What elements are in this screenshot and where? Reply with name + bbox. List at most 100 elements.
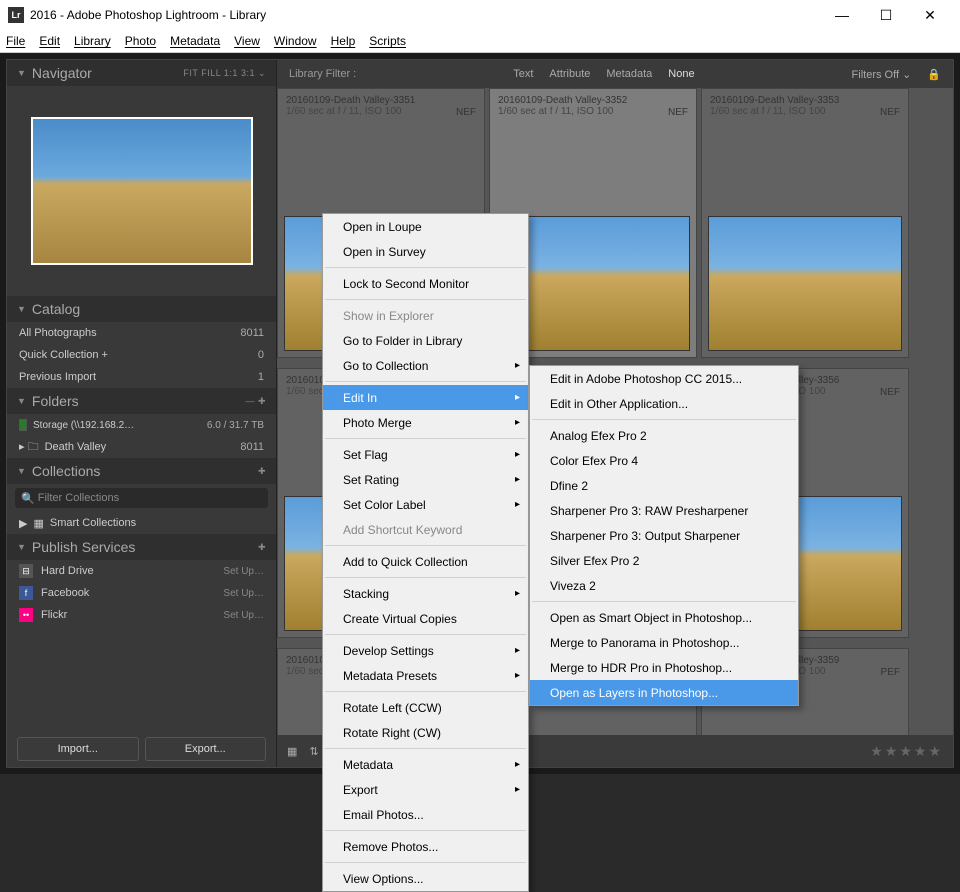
publish-service[interactable]: ••FlickrSet Up… [7,604,276,626]
storage-volume[interactable]: Storage (\\192.168.2… 6.0 / 31.7 TB [7,414,276,436]
navigator-zoom-opts[interactable]: FIT FILL 1:1 3:1 ⌄ [183,68,266,79]
menu-item[interactable]: Open as Layers in Photoshop... [530,680,798,705]
publish-header[interactable]: ▼ Publish Services ✚ [7,534,276,560]
menu-item[interactable]: Export [323,777,528,802]
navigator-title: Navigator [32,65,184,81]
menu-photo[interactable]: Photo [125,34,156,48]
menu-metadata[interactable]: Metadata [170,34,220,48]
window-title: 2016 - Adobe Photoshop Lightroom - Libra… [30,8,820,22]
menu-item[interactable]: Metadata [323,752,528,777]
menu-edit[interactable]: Edit [39,34,60,48]
menu-item[interactable]: Add to Quick Collection [323,549,528,574]
filter-tab-attribute[interactable]: Attribute [549,68,590,80]
filter-label: Library Filter : [289,68,356,80]
rating-stars[interactable]: ★★★★★ [870,743,943,760]
menu-item[interactable]: Analog Efex Pro 2 [530,423,798,448]
publish-service[interactable]: fFacebookSet Up… [7,582,276,604]
sort-icon[interactable]: ⇅ [309,745,318,758]
navigator-header[interactable]: ▼ Navigator FIT FILL 1:1 3:1 ⌄ [7,60,276,86]
left-panel: ▼ Navigator FIT FILL 1:1 3:1 ⌄ ▼ Catalog… [7,60,277,767]
folders-add-icon[interactable]: — ✚ [245,396,266,407]
menu-item[interactable]: Create Virtual Copies [323,606,528,631]
menu-item[interactable]: Go to Folder in Library [323,328,528,353]
menu-item[interactable]: Go to Collection [323,353,528,378]
menu-item[interactable]: Silver Efex Pro 2 [530,548,798,573]
collapse-icon: ▼ [17,396,26,406]
menu-scripts[interactable]: Scripts [369,34,406,48]
menu-item[interactable]: Develop Settings [323,638,528,663]
menu-item[interactable]: Rotate Left (CCW) [323,695,528,720]
folders-title: Folders [32,393,246,409]
catalog-item[interactable]: Previous Import1 [7,366,276,388]
menu-item[interactable]: Open in Loupe [323,214,528,239]
menu-item[interactable]: Set Color Label [323,492,528,517]
window-minimize[interactable]: — [820,0,864,30]
menu-item[interactable]: Stacking [323,581,528,606]
menu-item[interactable]: Remove Photos... [323,834,528,859]
publish-title: Publish Services [32,539,258,555]
folder-item[interactable]: ▸ 🗀Death Valley8011 [7,436,276,458]
menu-item[interactable]: Merge to Panorama in Photoshop... [530,630,798,655]
filter-lock-icon[interactable]: 🔒 [927,68,941,81]
menu-item[interactable]: Sharpener Pro 3: Output Sharpener [530,523,798,548]
collections-add-icon[interactable]: ✚ [258,466,266,477]
expand-icon: ▶ [19,517,27,530]
menu-item[interactable]: Set Rating [323,467,528,492]
publish-service[interactable]: ⊟Hard DriveSet Up… [7,560,276,582]
menu-item[interactable]: View Options... [323,866,528,891]
menu-window[interactable]: Window [274,34,317,48]
menu-item[interactable]: Set Flag [323,442,528,467]
filter-tab-metadata[interactable]: Metadata [606,68,652,80]
export-button[interactable]: Export... [145,737,267,761]
menu-help[interactable]: Help [331,34,356,48]
menu-bar: File Edit Library Photo Metadata View Window He… [0,30,960,53]
menu-item[interactable]: Viveza 2 [530,573,798,598]
publish-add-icon[interactable]: ✚ [258,542,266,553]
photo-context-menu: Open in LoupeOpen in Survey Lock to Secon… [322,213,529,892]
catalog-item[interactable]: Quick Collection +0 [7,344,276,366]
app-icon: Lr [8,7,24,23]
menu-item[interactable]: Photo Merge [323,410,528,435]
collections-header[interactable]: ▼ Collections ✚ [7,458,276,484]
menu-view[interactable]: View [234,34,260,48]
menu-file[interactable]: File [6,34,25,48]
filters-off-toggle[interactable]: Filters Off ⌄ [852,68,912,81]
menu-item[interactable]: Edit in Adobe Photoshop CC 2015... [530,366,798,391]
search-icon: 🔍 [21,492,35,505]
menu-item[interactable]: Edit In [323,385,528,410]
catalog-header[interactable]: ▼ Catalog [7,296,276,322]
edit-in-submenu: Edit in Adobe Photoshop CC 2015...Edit i… [529,365,799,706]
catalog-item[interactable]: All Photographs8011 [7,322,276,344]
menu-item[interactable]: Merge to HDR Pro in Photoshop... [530,655,798,680]
menu-item[interactable]: Email Photos... [323,802,528,827]
import-button[interactable]: Import... [17,737,139,761]
storage-meta: 6.0 / 31.7 TB [207,420,264,431]
grid-cell[interactable]: 20160109-Death Valley-33531/60 sec at f … [701,88,909,358]
menu-item[interactable]: Dfine 2 [530,473,798,498]
collapse-icon: ▼ [17,68,26,78]
filter-tab-text[interactable]: Text [513,68,533,80]
filter-tab-none[interactable]: None [668,68,694,80]
menu-item[interactable]: Lock to Second Monitor [323,271,528,296]
catalog-title: Catalog [32,301,266,317]
menu-library[interactable]: Library [74,34,111,48]
grid-view-icon[interactable]: ▦ [287,745,297,758]
menu-item[interactable]: Color Efex Pro 4 [530,448,798,473]
collapse-icon: ▼ [17,466,26,476]
menu-item[interactable]: Edit in Other Application... [530,391,798,416]
window-maximize[interactable]: ☐ [864,0,908,30]
collection-item[interactable]: ▶ ▦ Smart Collections [7,512,276,534]
filter-collections-search[interactable]: 🔍 Filter Collections [15,488,268,508]
navigator-preview[interactable] [7,86,276,296]
smart-collection-icon: ▦ [33,517,43,530]
menu-item[interactable]: Sharpener Pro 3: RAW Presharpener [530,498,798,523]
storage-indicator-icon [19,419,27,431]
folders-header[interactable]: ▼ Folders — ✚ [7,388,276,414]
menu-item[interactable]: Rotate Right (CW) [323,720,528,745]
menu-item[interactable]: Metadata Presets [323,663,528,688]
menu-item[interactable]: Open in Survey [323,239,528,264]
storage-label: Storage (\\192.168.2… [33,420,134,431]
menu-item[interactable]: Open as Smart Object in Photoshop... [530,605,798,630]
collapse-icon: ▼ [17,304,26,314]
window-close[interactable]: ✕ [908,0,952,30]
